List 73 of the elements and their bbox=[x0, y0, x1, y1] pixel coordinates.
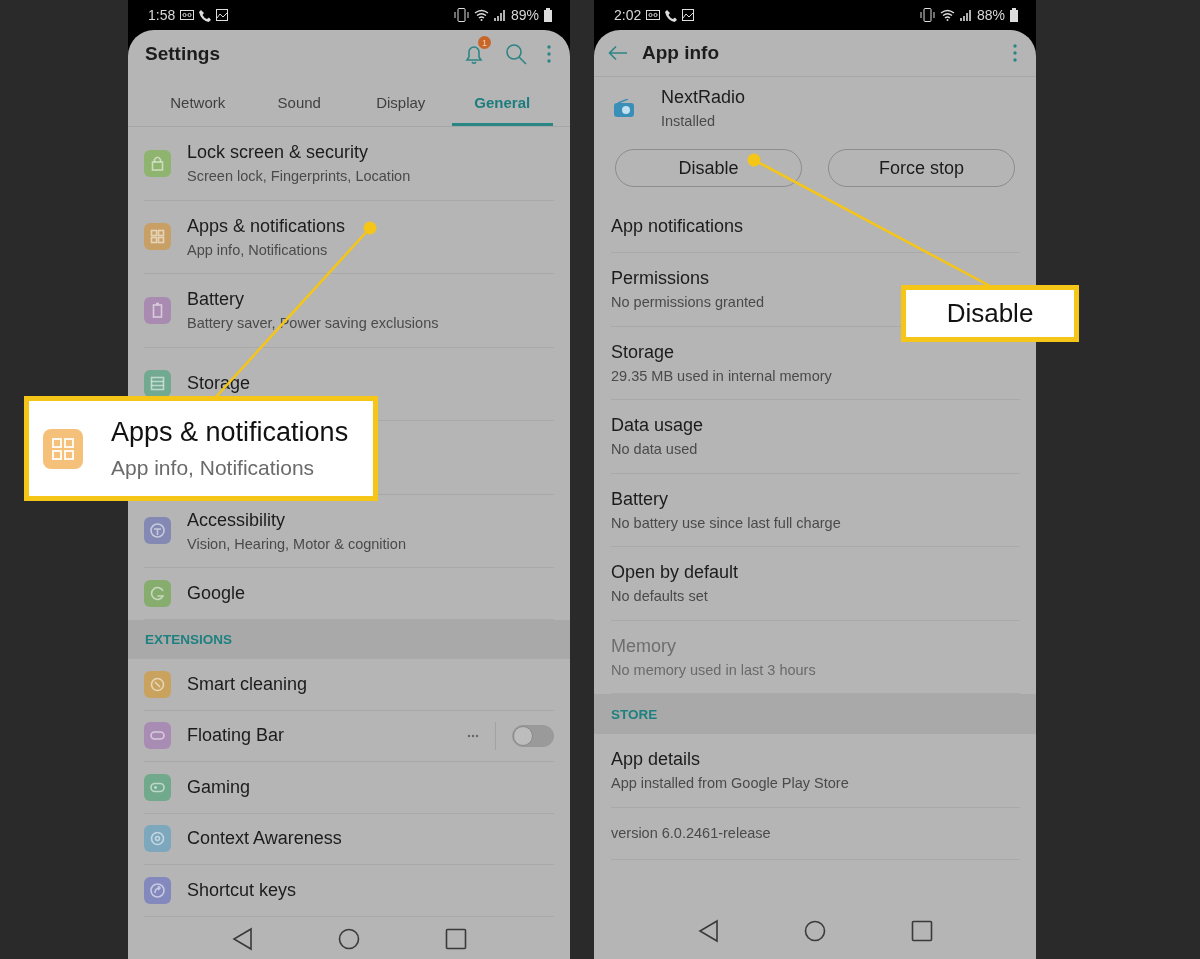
app-name: NextRadio bbox=[661, 87, 747, 108]
settings-tab[interactable]: Network bbox=[147, 78, 249, 126]
section-header: EXTENSIONS bbox=[145, 632, 233, 647]
item-subtitle: 29.35 MB used in internal memory bbox=[611, 367, 833, 384]
back-icon[interactable] bbox=[696, 919, 719, 943]
settings-tab[interactable]: Sound bbox=[248, 78, 350, 126]
item-subtitle: App info, Notifications bbox=[187, 241, 329, 258]
search-icon[interactable] bbox=[504, 42, 528, 66]
more-icon[interactable] bbox=[546, 44, 552, 64]
toggle-switch[interactable] bbox=[512, 724, 554, 747]
item-title: Smart cleaning bbox=[187, 673, 309, 695]
voicemail-icon bbox=[646, 10, 661, 20]
phone-icon bbox=[199, 8, 212, 22]
notification-badge: 1 bbox=[478, 36, 491, 49]
version-text: version 6.0.2461-release bbox=[611, 825, 772, 841]
voicemail-icon bbox=[180, 10, 195, 20]
wifi-icon bbox=[939, 9, 955, 21]
item-title[interactable]: Storage bbox=[611, 341, 1020, 363]
signal-icon bbox=[493, 9, 506, 21]
item-title[interactable]: Battery bbox=[611, 488, 1020, 510]
item-title[interactable]: Permissions bbox=[611, 268, 1020, 290]
item-subtitle: No battery use since last full charge bbox=[611, 514, 842, 531]
page-title: App info bbox=[642, 42, 720, 64]
item-title: Apps & notifications bbox=[187, 215, 347, 237]
home-icon[interactable] bbox=[804, 920, 826, 942]
back-icon[interactable] bbox=[230, 926, 253, 951]
item-subtitle: Vision, Hearing, Motor & cognition bbox=[187, 535, 407, 552]
item-title: Lock screen & security bbox=[187, 142, 370, 164]
item-title: Context Awareness bbox=[187, 828, 343, 850]
item-title: Accessibility bbox=[187, 509, 287, 531]
image-icon bbox=[216, 9, 229, 21]
page-title: Settings bbox=[145, 43, 220, 65]
time: 1:58 bbox=[148, 7, 176, 23]
item-title: Floating Bar bbox=[187, 725, 286, 747]
battery-percentage: 88% bbox=[976, 7, 1005, 23]
image-icon bbox=[682, 9, 695, 21]
item-subtitle: No data used bbox=[611, 441, 699, 458]
settings-tab[interactable]: Display bbox=[350, 78, 452, 126]
wifi-icon bbox=[473, 9, 489, 21]
signal-icon bbox=[959, 9, 972, 21]
battery-icon bbox=[1010, 8, 1018, 22]
back-arrow-icon[interactable] bbox=[608, 45, 628, 61]
time: 2:02 bbox=[614, 7, 642, 23]
item-title: Gaming bbox=[187, 776, 252, 798]
item-subtitle: Screen lock, Fingerprints, Location bbox=[187, 168, 412, 185]
section-header: STORE bbox=[611, 706, 658, 722]
item-title[interactable]: App details bbox=[611, 749, 1020, 771]
item-subtitle: No defaults set bbox=[611, 588, 709, 605]
item-title: Google bbox=[187, 583, 247, 604]
item-subtitle: No memory used in last 3 hours bbox=[611, 661, 817, 678]
battery-icon bbox=[544, 8, 552, 22]
item-subtitle: App installed from Google Play Store bbox=[611, 775, 850, 792]
item-title: Battery bbox=[187, 289, 246, 311]
recents-icon[interactable] bbox=[911, 920, 934, 942]
item-title: Shortcut keys bbox=[187, 879, 298, 901]
callout-title: Disable bbox=[946, 298, 1034, 329]
battery-percentage: 89% bbox=[510, 7, 539, 23]
vibrate-icon bbox=[919, 8, 935, 22]
radio-icon bbox=[614, 99, 634, 117]
item-title[interactable]: Open by default bbox=[611, 562, 1020, 584]
vibrate-icon bbox=[453, 8, 469, 22]
more-icon[interactable] bbox=[1012, 43, 1018, 63]
home-icon[interactable] bbox=[338, 927, 360, 950]
item-title[interactable]: Data usage bbox=[611, 415, 1020, 437]
item-title[interactable]: App notifications bbox=[611, 216, 1020, 237]
app-status: Installed bbox=[661, 113, 716, 129]
callout-subtitle: App info, Notifications bbox=[111, 456, 316, 480]
item-subtitle: No permissions granted bbox=[611, 294, 766, 311]
item-title: Memory bbox=[611, 635, 677, 657]
more-icon[interactable] bbox=[467, 733, 479, 738]
recents-icon[interactable] bbox=[445, 927, 468, 950]
phone-icon bbox=[665, 8, 678, 22]
callout-title: Apps & notifications bbox=[111, 417, 349, 448]
